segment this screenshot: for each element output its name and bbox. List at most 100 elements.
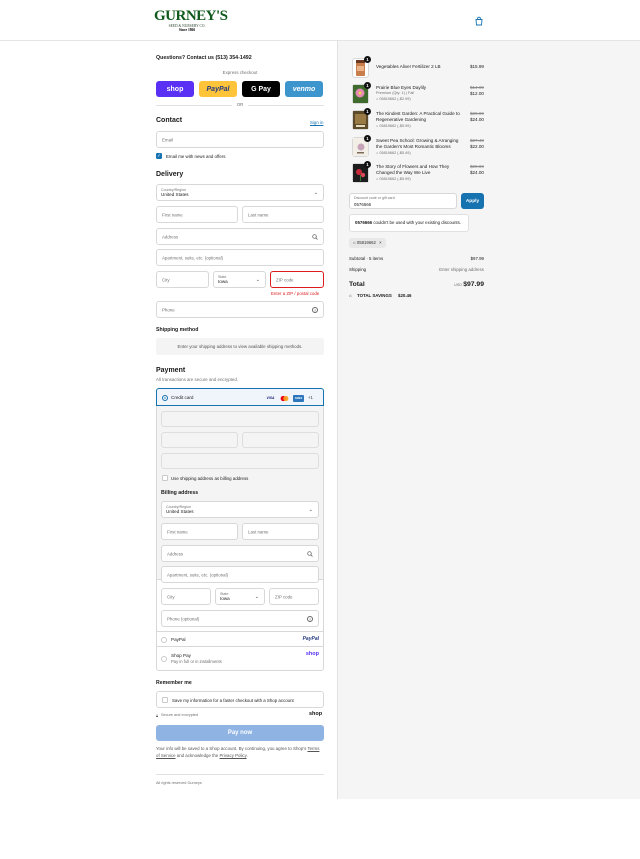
sign-in-link[interactable]: Sign in [310,120,323,125]
header-bar [0,0,640,41]
search-icon [307,551,313,559]
country-label: Country/Region [161,187,186,192]
news-checkbox[interactable]: ✓ [156,153,162,159]
last-name-field[interactable]: Last name [242,206,324,223]
billing-address-title: Billing address [161,490,199,496]
quantity-badge: 1 [364,161,371,168]
subtotal-value: $97.99 [470,256,484,261]
state-select[interactable]: State Iowa ⌄ [213,271,266,288]
name-on-card-field[interactable] [161,453,319,469]
billing-last-name-field[interactable]: Last name [242,523,319,540]
billing-city-placeholder: City [167,594,175,599]
product-price: $12.00 [469,91,484,96]
billing-phone-field[interactable]: Phone (optional) ? [161,610,319,627]
logo-since: Since 1866 [178,28,196,32]
lock-icon: 🔒︎ [156,713,159,718]
discount-code-field[interactable]: Discount code or gift card 0576666 [349,193,457,209]
savings-tag-icon: ⌂︎ [349,293,352,298]
country-select[interactable]: Country/Region United States ⌄ [156,184,324,201]
zip-field[interactable]: ZIP code [270,271,324,288]
billing-country-value: United States [166,509,194,514]
billing-state-select[interactable]: State Iowa ⌄ [215,588,265,605]
applied-discount-chip: ⌂︎ 05819662 × [349,238,386,248]
address-field[interactable]: Address [156,228,324,245]
billing-state-value: Iowa [220,596,230,601]
product-price: $24.00 [469,170,484,175]
city-field[interactable]: City [156,271,209,288]
product-name: Sweet Pea School: Growing & Arranging th… [376,138,459,149]
use-shipping-checkbox[interactable] [162,475,168,481]
paypal-button[interactable]: PayPal [199,81,237,97]
save-info-option[interactable]: Save my information for a faster checkou… [156,691,324,708]
apartment-field[interactable]: Apartment, suite, etc. (optional) [156,249,324,266]
paypal-label: PayPal [171,637,186,642]
credit-card-option[interactable]: Credit card VISA AMEX +1 [156,388,324,406]
billing-first-name-field[interactable]: First name [161,523,238,540]
shop-pay-button[interactable]: shop [156,81,194,97]
shipping-method-title: Shipping method [156,327,199,333]
paypal-option[interactable]: PayPal PayPal [157,631,323,646]
billing-address-placeholder: Address [167,551,184,556]
store-logo[interactable]: GURNEY'S SEED & NURSERY CO. Since 1866 [154,7,228,37]
help-icon[interactable]: ? [312,307,318,313]
discount-error-banner: 0576666 couldn't be used with your exist… [349,214,469,232]
legal-text-part2: and acknowledge the [176,752,219,758]
apply-discount-button[interactable]: Apply [461,193,484,209]
discount-tag: ⌂︎ 05819662 (-$2.99) [376,97,411,101]
payment-subtitle: All transactions are secure and encrypte… [156,377,239,382]
help-icon[interactable]: ? [307,616,313,622]
paypal-radio[interactable] [161,637,167,643]
billing-zip-field[interactable]: ZIP code [269,588,319,605]
discount-error-code: 0576666 [355,220,373,225]
billing-address-field[interactable]: Address [161,545,319,562]
shop-pay-radio[interactable] [161,656,167,662]
discount-code-label: Discount code or gift card [354,196,395,200]
expiration-field[interactable] [161,432,238,448]
shipping-label: Shipping [349,267,367,272]
news-label: Email me with news and offers [166,154,226,159]
billing-country-select[interactable]: Country/Region United States ⌄ [161,501,319,518]
discount-tag: ⌂︎ 05819662 (-$5.99) [376,177,411,181]
google-pay-button[interactable]: G Pay [242,81,280,97]
shop-logo: shop [309,711,323,717]
email-field[interactable]: Email [156,131,324,148]
product-price: $24.00 [469,117,484,122]
chevron-down-icon: ⌄ [308,506,313,513]
shopping-bag-icon[interactable] [474,16,484,26]
phone-field[interactable]: Phone ? [156,301,324,318]
credit-card-radio[interactable] [162,395,168,401]
first-name-field[interactable]: First name [156,206,238,223]
product-price: $22.00 [469,144,484,149]
discount-error-text: couldn't be used with your existing disc… [373,220,462,225]
venmo-button[interactable]: venmo [285,81,323,97]
total-savings-label: TOTAL SAVINGS [357,293,392,298]
billing-phone-placeholder: Phone (optional) [167,616,200,621]
security-code-field[interactable] [242,432,319,448]
billing-apartment-field[interactable]: Apartment, suite, etc. (optional) [161,566,319,583]
chevron-down-icon: ⌄ [313,189,318,196]
discount-code-value: 0576666 [354,202,372,207]
total-label: Total [349,281,365,288]
card-number-field[interactable] [161,411,319,427]
logo-text: GURNEY'S [154,8,228,24]
remove-discount-icon[interactable]: × [379,240,382,245]
pay-now-button[interactable]: Pay now [156,725,324,741]
total-value: $97.99 [463,281,484,288]
subtotal-label: Subtotal · 5 items [349,256,384,261]
total-savings-value: $20.46 [398,293,412,298]
applied-discount-code: 05819662 [356,240,376,245]
shipping-value: Enter shipping address [439,267,484,272]
tag-icon: ⌂︎ [353,240,356,245]
product-price: $15.99 [469,64,484,69]
state-label: State [218,274,227,279]
billing-zip-placeholder: ZIP code [275,594,293,599]
billing-city-field[interactable]: City [161,588,211,605]
shop-pay-sublabel: Pay in full or in installments [171,659,222,664]
zip-error: Enter a ZIP / postal code [271,291,320,296]
visa-icon: VISA [266,395,275,400]
privacy-link[interactable]: Privacy Policy [220,753,247,758]
footer-divider [156,774,324,775]
shop-pay-option[interactable]: Shop Pay Pay in full or in installments … [157,646,323,670]
save-info-checkbox[interactable] [162,697,168,703]
use-shipping-label: Use shipping address as billing address [171,476,249,481]
